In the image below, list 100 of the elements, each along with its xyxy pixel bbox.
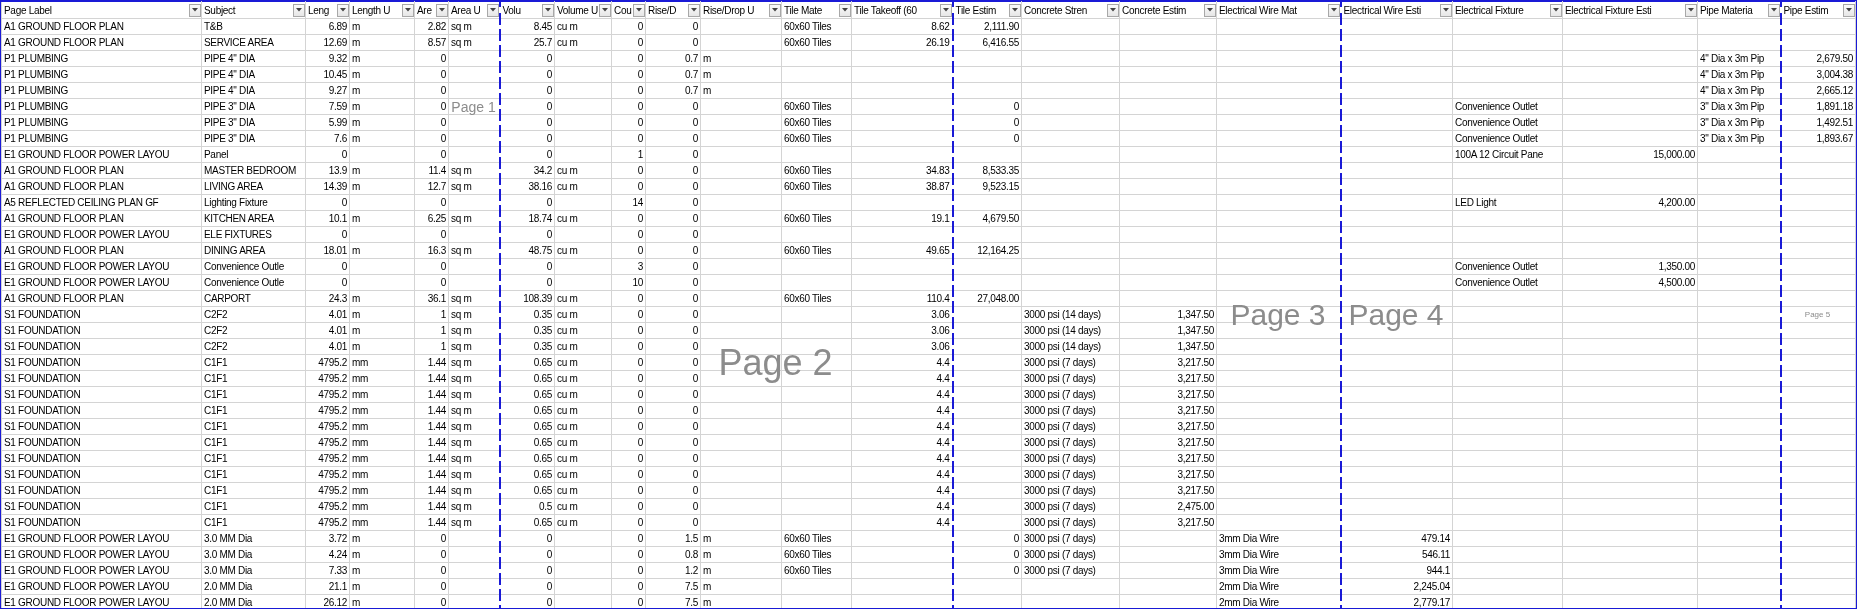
table-cell: 4795.2 — [305, 482, 350, 499]
table-cell: 3mm Dia Wire — [1216, 546, 1341, 563]
table-cell: sq m — [448, 210, 500, 227]
table-cell: cu m — [554, 354, 612, 371]
column-header-label: Volume U — [557, 4, 598, 16]
table-cell: sq m — [448, 242, 500, 259]
table-cell: 0 — [645, 226, 701, 243]
table-cell: 7.6 — [305, 130, 350, 147]
column-header-label: Concrete Estim — [1122, 4, 1187, 16]
table-cell: E1 GROUND FLOOR POWER LAYOU — [1, 578, 202, 595]
filter-dropdown-button[interactable] — [939, 3, 952, 17]
column-header-label: Cou — [614, 4, 632, 16]
table-cell: 0.65 — [499, 450, 555, 467]
table-cell: cu m — [554, 418, 612, 435]
table-cell: E1 GROUND FLOOR POWER LAYOU — [1, 594, 202, 608]
filter-dropdown-button[interactable] — [542, 3, 554, 17]
filter-dropdown-button[interactable] — [1843, 3, 1855, 17]
table-cell: 0 — [611, 242, 646, 259]
table-cell: 8.62 — [851, 18, 953, 35]
table-cell: m — [349, 546, 415, 563]
table-cell: 1,347.50 — [1119, 322, 1217, 339]
table-cell: LIVING AREA — [201, 178, 306, 195]
table-cell: 0 — [499, 258, 555, 275]
filter-dropdown-button[interactable] — [402, 3, 414, 17]
table-cell: 0 — [499, 50, 555, 67]
table-cell: 0 — [611, 514, 646, 531]
table-cell: E1 GROUND FLOOR POWER LAYOU — [1, 258, 202, 275]
table-cell: S1 FOUNDATION — [1, 466, 202, 483]
table-cell: LED Light — [1452, 194, 1563, 211]
table-cell: cu m — [554, 242, 612, 259]
table-cell: S1 FOUNDATION — [1, 322, 202, 339]
table-cell: 4.4 — [851, 450, 953, 467]
filter-dropdown-button[interactable] — [1107, 3, 1119, 17]
table-cell: 0 — [645, 514, 701, 531]
table-cell: 10 — [611, 274, 646, 291]
table-cell: Convenience Outlet — [1452, 98, 1563, 115]
filter-dropdown-button[interactable] — [633, 3, 645, 17]
table-cell: 1.44 — [414, 418, 449, 435]
table-cell: 0 — [645, 290, 701, 307]
caret-icon — [296, 8, 302, 12]
table-cell: 48.75 — [499, 242, 555, 259]
page-number-label: Page 2 — [718, 345, 833, 381]
filter-dropdown-button[interactable] — [1440, 3, 1452, 17]
table-cell: 3,217.50 — [1119, 450, 1217, 467]
filter-dropdown-button[interactable] — [1550, 3, 1562, 17]
table-cell: 60x60 Tiles — [781, 562, 852, 579]
table-cell: 0.65 — [499, 482, 555, 499]
filter-dropdown-button[interactable] — [1685, 3, 1697, 17]
table-cell: 0 — [952, 546, 1022, 563]
table-cell: 0 — [952, 530, 1022, 547]
table-cell: S1 FOUNDATION — [1, 354, 202, 371]
filter-dropdown-button[interactable] — [1009, 3, 1021, 17]
table-cell: 4.4 — [851, 434, 953, 451]
table-cell: 1.2 — [645, 562, 701, 579]
filter-dropdown-button[interactable] — [189, 3, 201, 17]
table-cell: 4,200.00 — [1562, 194, 1698, 211]
table-cell: 0 — [952, 98, 1022, 115]
filter-dropdown-button[interactable] — [688, 3, 700, 17]
table-cell: 3000 psi (7 days) — [1021, 386, 1120, 403]
filter-dropdown-button[interactable] — [839, 3, 851, 17]
table-cell: 0 — [611, 530, 646, 547]
table-cell: 0 — [645, 162, 701, 179]
filter-dropdown-button[interactable] — [293, 3, 305, 17]
table-cell: sq m — [448, 178, 500, 195]
table-cell: 1,347.50 — [1119, 338, 1217, 355]
table-cell: 2mm Dia Wire — [1216, 578, 1341, 595]
table-cell: 3,217.50 — [1119, 466, 1217, 483]
table-cell: 1 — [611, 146, 646, 163]
table-cell: 60x60 Tiles — [781, 242, 852, 259]
table-cell: 0 — [611, 98, 646, 115]
table-cell: ELE FIXTURES — [201, 226, 306, 243]
filter-dropdown-button[interactable] — [1767, 3, 1780, 17]
table-cell: Convenience Outle — [201, 274, 306, 291]
table-cell: 1.44 — [414, 386, 449, 403]
table-cell: 1.5 — [645, 530, 701, 547]
table-cell: S1 FOUNDATION — [1, 418, 202, 435]
caret-icon — [1207, 8, 1213, 12]
caret-icon — [942, 8, 949, 12]
filter-dropdown-button[interactable] — [337, 3, 349, 17]
filter-dropdown-button[interactable] — [1327, 3, 1340, 17]
table-cell: cu m — [554, 386, 612, 403]
table-cell: 0 — [414, 258, 449, 275]
filter-dropdown-button[interactable] — [769, 3, 781, 17]
column-header-label: Electrical Fixture — [1455, 4, 1524, 16]
table-cell: 0 — [414, 546, 449, 563]
table-cell: PIPE 4" DIA — [201, 82, 306, 99]
filter-dropdown-button[interactable] — [599, 3, 611, 17]
column-header-label: Are — [417, 4, 432, 16]
table-cell: 3.06 — [851, 306, 953, 323]
table-cell: P1 PLUMBING — [1, 114, 202, 131]
table-cell: 16.3 — [414, 242, 449, 259]
filter-dropdown-button[interactable] — [436, 3, 448, 17]
table-cell: 3.06 — [851, 322, 953, 339]
table-cell: 3000 psi (7 days) — [1021, 354, 1120, 371]
filter-dropdown-button[interactable] — [486, 3, 499, 17]
table-cell: 60x60 Tiles — [781, 290, 852, 307]
page-number-label: Page 5 — [1804, 311, 1831, 319]
table-cell: 0.35 — [499, 338, 555, 355]
filter-dropdown-button[interactable] — [1204, 3, 1216, 17]
table-cell: 3000 psi (7 days) — [1021, 562, 1120, 579]
